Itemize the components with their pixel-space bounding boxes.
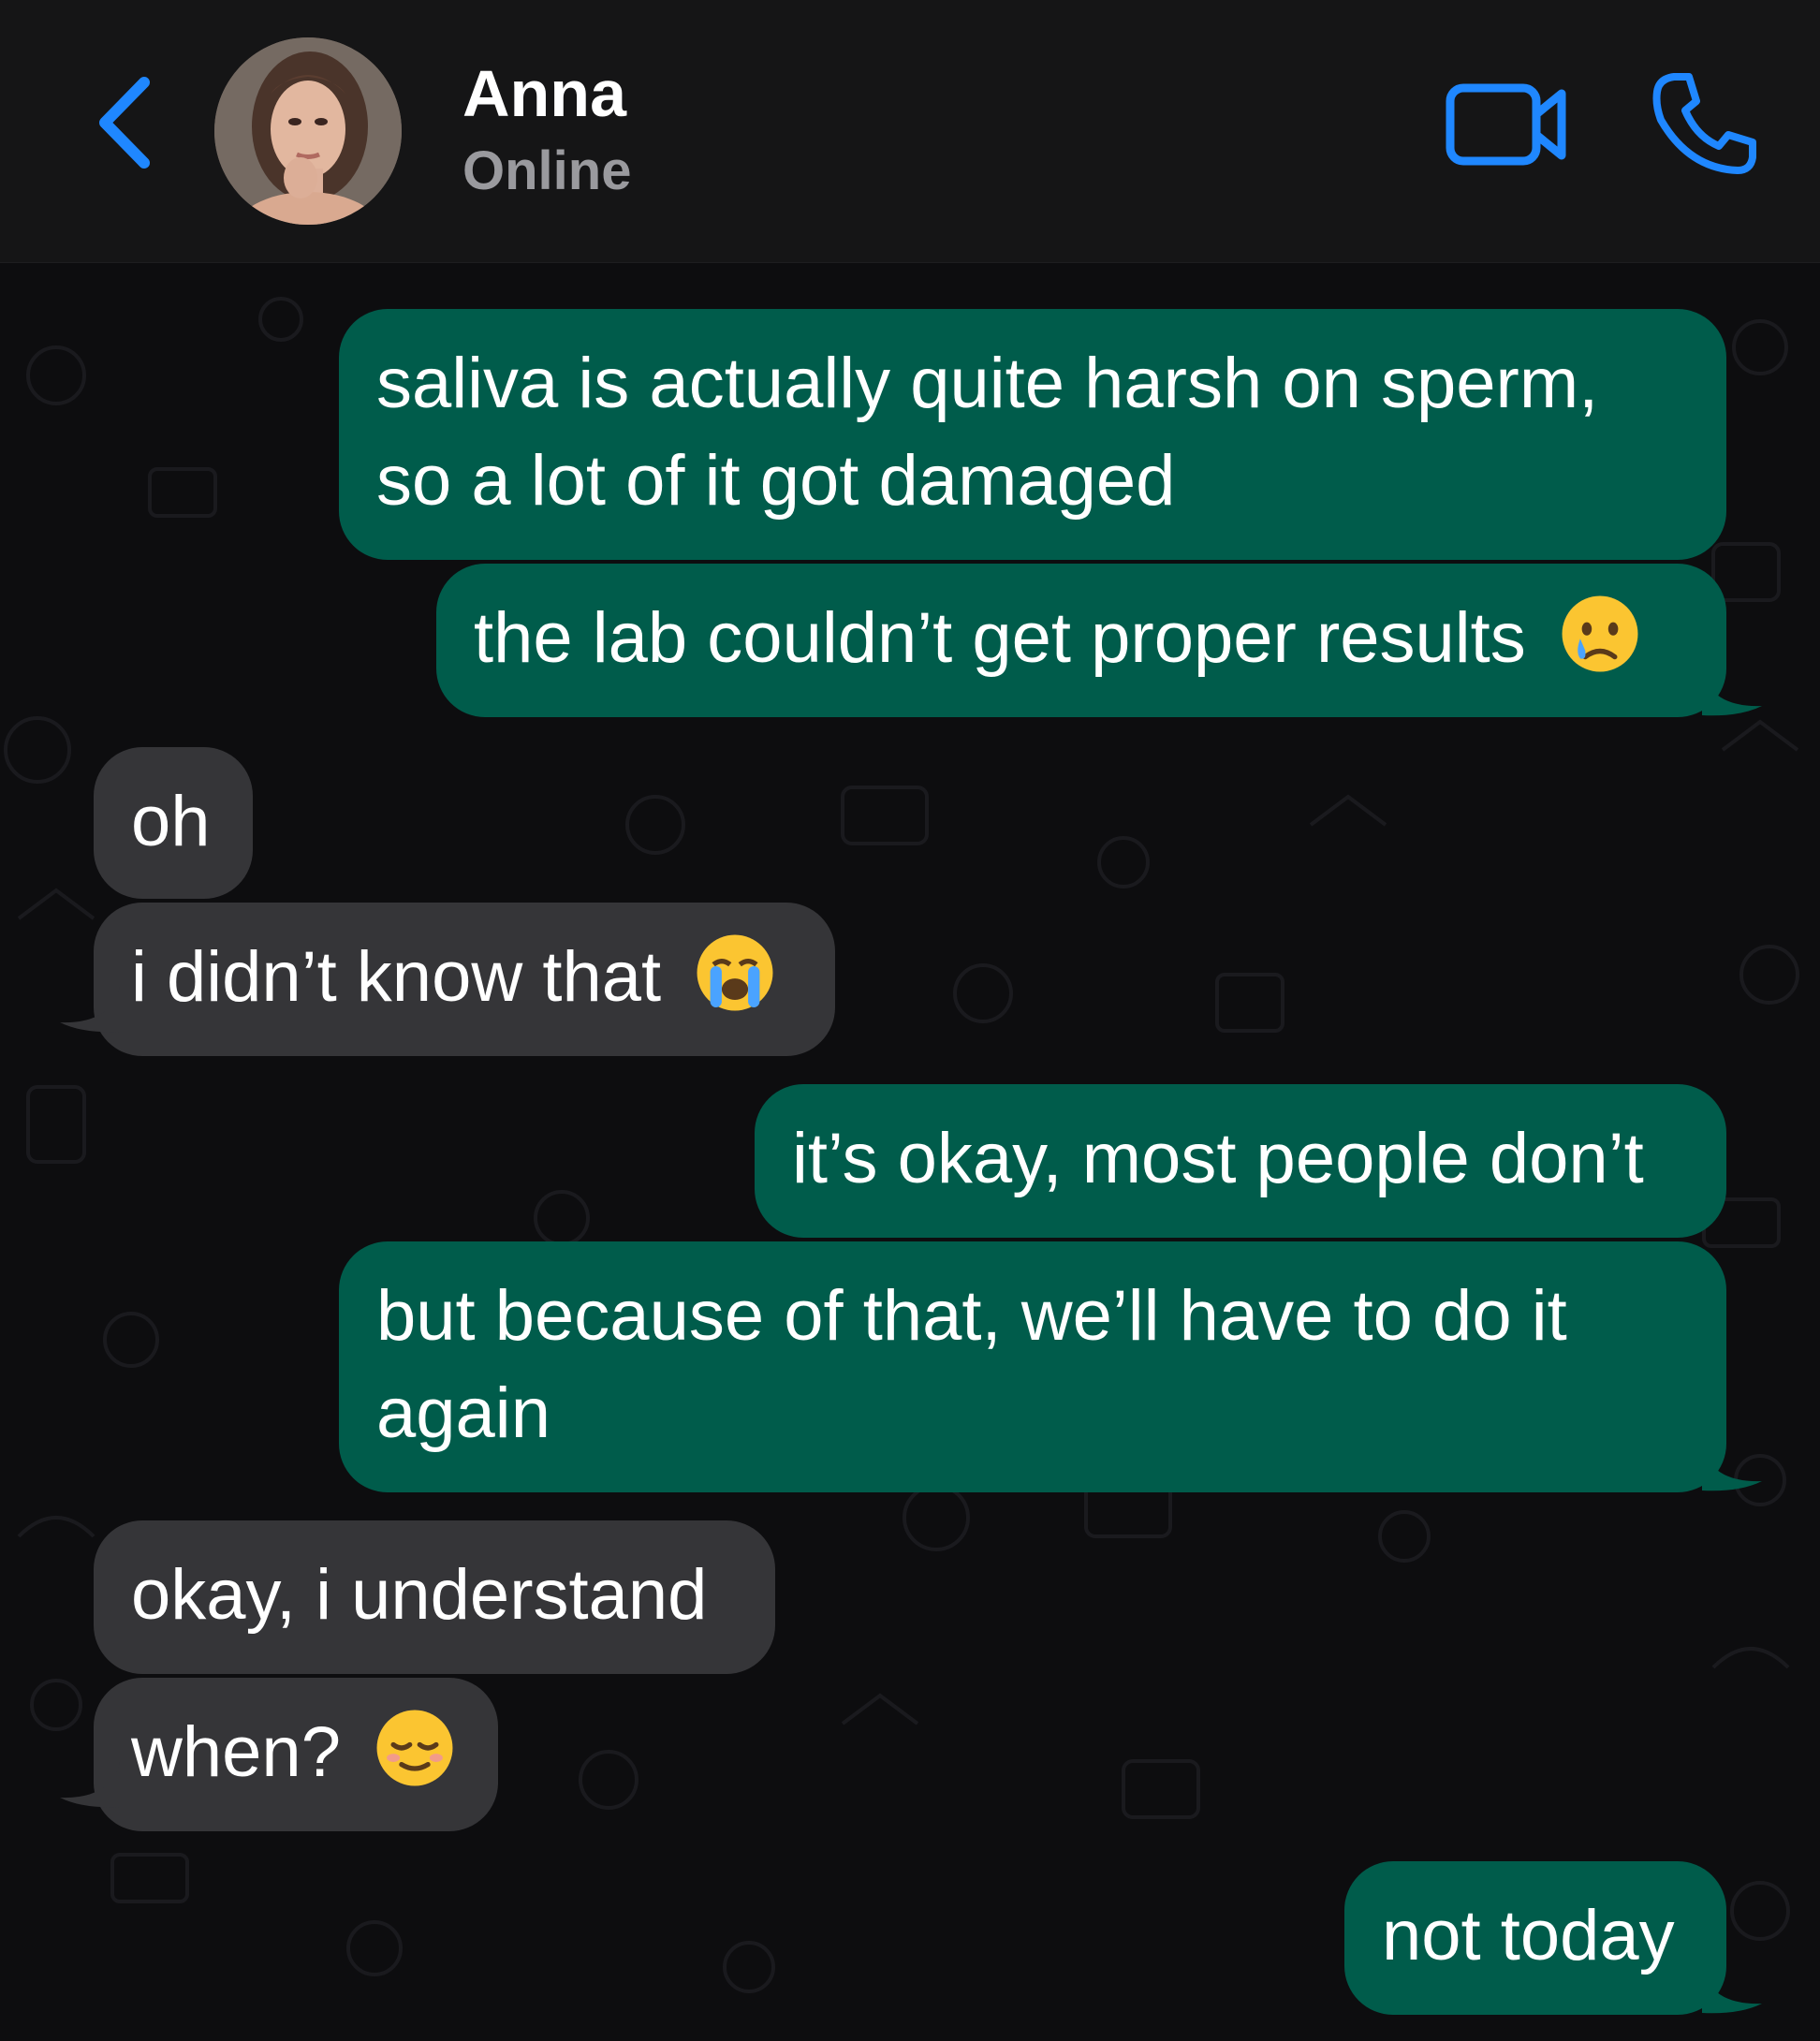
bubble-tail	[1702, 1446, 1762, 1491]
loudly-crying-face-emoji	[697, 934, 773, 1011]
message-text: but because of that, we’ll have to do it…	[376, 1276, 1567, 1453]
video-camera-icon	[1446, 83, 1566, 166]
message-text: saliva is actually quite harsh on sperm,…	[376, 344, 1599, 521]
incoming-message[interactable]: i didn’t know that	[94, 903, 835, 1056]
chat-header: Anna Online	[0, 0, 1820, 263]
message-text: the lab couldn’t get proper results	[474, 598, 1526, 678]
message-text: when?	[131, 1712, 341, 1792]
outgoing-message[interactable]: not today	[1344, 1861, 1726, 2015]
bubble-tail	[60, 987, 120, 1033]
incoming-message[interactable]: oh	[94, 747, 253, 899]
voice-call-button[interactable]	[1648, 67, 1760, 180]
phone-icon	[1652, 73, 1756, 174]
avatar-image	[214, 37, 402, 225]
incoming-message[interactable]: when?	[94, 1678, 498, 1831]
message-text: not today	[1382, 1896, 1675, 1975]
contact-name[interactable]: Anna	[462, 54, 626, 133]
video-call-button[interactable]	[1442, 75, 1573, 178]
outgoing-message[interactable]: the lab couldn’t get proper results	[436, 564, 1726, 717]
chat-screen: Anna Online saliva is actually quite har…	[0, 0, 1820, 2041]
back-button[interactable]	[82, 62, 167, 184]
outgoing-message[interactable]: it’s okay, most people don’t	[755, 1084, 1726, 1238]
outgoing-message[interactable]: saliva is actually quite harsh on sperm,…	[339, 309, 1726, 560]
outgoing-message[interactable]: but because of that, we’ll have to do it…	[339, 1241, 1726, 1492]
crying-face-emoji	[1562, 595, 1638, 672]
contact-status: Online	[462, 140, 632, 201]
message-text: oh	[131, 782, 211, 861]
avatar[interactable]	[214, 37, 402, 225]
message-text: it’s okay, most people don’t	[792, 1119, 1644, 1198]
incoming-message[interactable]: okay, i understand	[94, 1520, 775, 1674]
bubble-tail	[1702, 1968, 1762, 2014]
relieved-face-emoji	[376, 1710, 453, 1786]
bubble-tail	[1702, 670, 1762, 716]
message-list: saliva is actually quite harsh on sperm,…	[0, 0, 1820, 2041]
chevron-left-icon	[99, 77, 150, 169]
message-text: okay, i understand	[131, 1555, 708, 1635]
message-text: i didn’t know that	[131, 937, 662, 1017]
bubble-tail	[60, 1762, 120, 1808]
